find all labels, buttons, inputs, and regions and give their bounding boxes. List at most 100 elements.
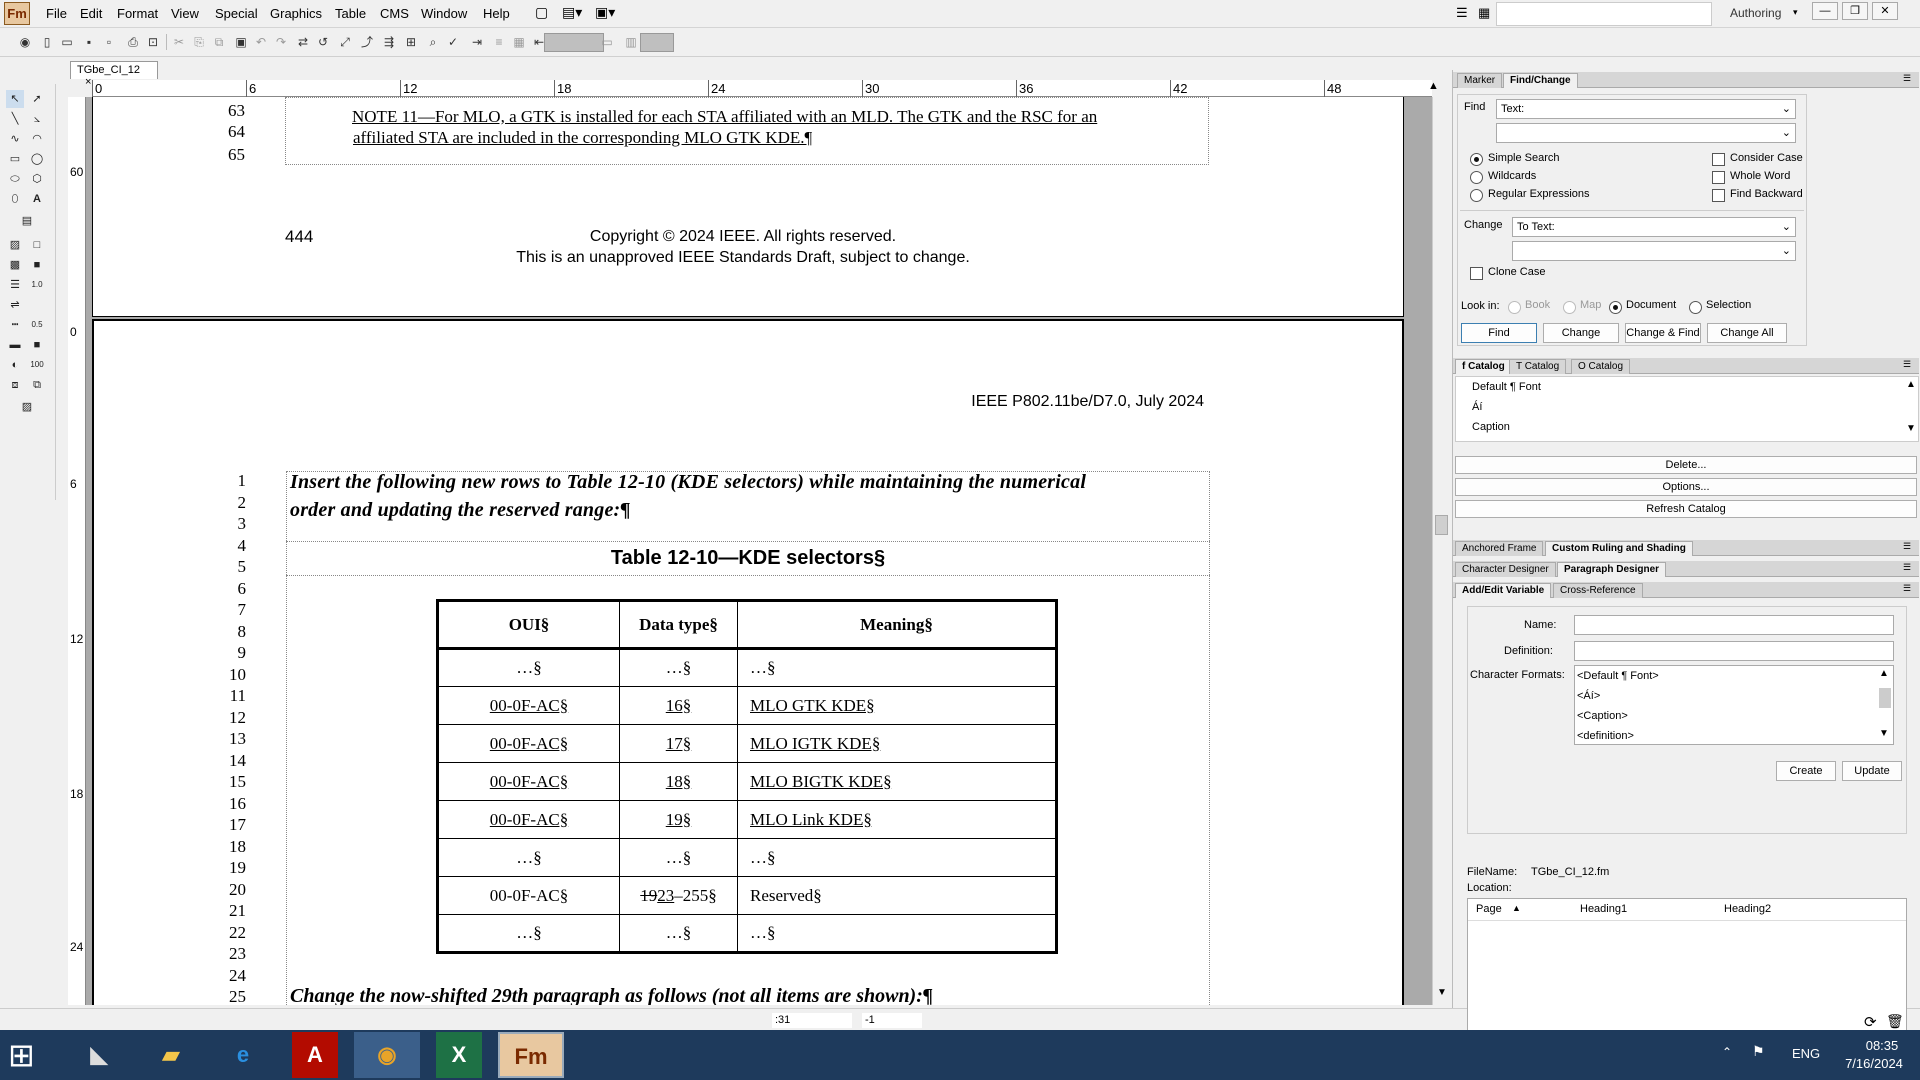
table-cell[interactable]: MLO GTK KDE§ xyxy=(737,686,1057,725)
format-dropdown[interactable] xyxy=(544,33,604,52)
new-icon[interactable]: ▯ xyxy=(38,33,56,51)
look-in-selection-radio[interactable] xyxy=(1689,301,1702,314)
menu-file[interactable]: File xyxy=(46,6,67,21)
pen-color-icon[interactable]: ■ xyxy=(28,256,46,274)
column-header-data-type[interactable]: Data type§ xyxy=(619,600,738,650)
change-button[interactable]: Change xyxy=(1543,323,1619,343)
charformat-item[interactable]: <Áí> xyxy=(1577,690,1600,702)
fill-pattern-icon[interactable]: ▨ xyxy=(6,236,24,254)
find-button[interactable]: Find xyxy=(1461,323,1537,343)
help-icon[interactable]: ◉ xyxy=(16,33,34,51)
line-width-value-icon[interactable]: 1.0 xyxy=(28,276,46,294)
table-cell[interactable]: MLO BIGTK KDE§ xyxy=(737,762,1057,801)
workspace-search-input[interactable] xyxy=(1496,2,1712,26)
variable-icon[interactable]: ⊞ xyxy=(402,33,420,51)
tab-f-catalog[interactable]: f Catalog xyxy=(1455,359,1512,374)
tab-anchored-frame[interactable]: Anchored Frame xyxy=(1455,541,1544,556)
chevron-down-icon[interactable]: ▾ xyxy=(1793,7,1798,18)
table-cell[interactable]: …§ xyxy=(437,914,620,953)
note-line[interactable]: NOTE 11—For MLO, a GTK is installed for … xyxy=(352,107,1097,127)
tab-character-designer[interactable]: Character Designer xyxy=(1455,562,1556,577)
rectangle-tool-icon[interactable]: ▭ xyxy=(6,150,24,168)
scroll-thumb[interactable] xyxy=(1435,515,1448,535)
clock-time[interactable]: 08:35 xyxy=(1852,1038,1912,1053)
scroll-thumb[interactable] xyxy=(1879,688,1891,708)
definition-input[interactable] xyxy=(1574,641,1894,661)
change-find-button[interactable]: Change & Find xyxy=(1625,323,1701,343)
smart-select-icon[interactable]: ↖ xyxy=(6,90,24,108)
vertical-scrollbar[interactable]: ▼ xyxy=(1432,97,1450,1005)
wildcards-radio[interactable] xyxy=(1470,171,1483,184)
table-cell[interactable]: …§ xyxy=(737,648,1057,687)
column-header-oui[interactable]: OUI§ xyxy=(437,600,620,650)
ellipse-tool-icon[interactable]: ⬯ xyxy=(6,190,24,208)
column-page[interactable]: Page xyxy=(1476,903,1502,915)
pen-pattern-icon[interactable]: ▩ xyxy=(6,256,24,274)
dash-value-icon[interactable]: 0.5 xyxy=(28,316,46,334)
menu-edit[interactable]: Edit xyxy=(80,6,102,21)
minimize-button[interactable]: — xyxy=(1812,2,1838,20)
xref-icon[interactable]: ⇶ xyxy=(380,33,398,51)
copy-icon[interactable]: ⎘ xyxy=(190,33,208,51)
document-canvas[interactable]: 63 64 65 NOTE 11—For MLO, a GTK is insta… xyxy=(86,97,1432,1005)
table-cell[interactable]: 00-0F-AC§ xyxy=(437,876,620,915)
oval-tool-icon[interactable]: ◯ xyxy=(28,150,46,168)
object-select-icon[interactable]: ➚ xyxy=(28,90,46,108)
align-tool-icon[interactable]: ⧈ xyxy=(6,376,24,394)
table-cell[interactable]: 00-0F-AC§ xyxy=(437,800,620,839)
options-button[interactable]: Options... xyxy=(1455,478,1917,496)
style-icon[interactable]: ▭ xyxy=(598,33,616,51)
charformats-list[interactable]: <Default ¶ Font> <Áí> <Caption> <definit… xyxy=(1574,665,1894,745)
close-button[interactable]: ✕ xyxy=(1872,2,1898,20)
tab-paragraph-designer[interactable]: Paragraph Designer xyxy=(1557,562,1667,577)
table-icon[interactable]: ▦ xyxy=(510,33,528,51)
undo-icon[interactable]: ↶ xyxy=(252,33,270,51)
close-icon[interactable]: × xyxy=(85,76,91,88)
find-backward-checkbox[interactable] xyxy=(1712,189,1725,202)
change-all-button[interactable]: Change All xyxy=(1707,323,1787,343)
hyperlink-icon[interactable]: ⤴ xyxy=(358,33,376,51)
list-icon[interactable]: ☰ xyxy=(1456,5,1468,21)
group-tool-icon[interactable]: ⧉ xyxy=(28,376,46,394)
menu-view[interactable]: View xyxy=(171,6,199,21)
fill-color-icon[interactable]: □ xyxy=(28,236,46,254)
flag-icon[interactable]: ⚑ xyxy=(1752,1043,1765,1060)
save-all-icon[interactable]: ▫ xyxy=(100,33,118,51)
column-heading1[interactable]: Heading1 xyxy=(1580,903,1627,915)
panel-menu-icon[interactable]: ☰ xyxy=(1903,583,1911,594)
text-tool-icon[interactable]: A xyxy=(28,190,46,208)
framemaker-icon[interactable]: Fm xyxy=(498,1032,564,1078)
table-cell[interactable]: …§ xyxy=(619,648,738,687)
look-in-document-radio[interactable] xyxy=(1609,301,1622,314)
polyline-tool-icon[interactable]: ⦣ xyxy=(28,110,46,128)
rounded-rect-tool-icon[interactable]: ⬭ xyxy=(6,170,24,188)
table-cell[interactable]: Reserved§ xyxy=(737,876,1057,915)
link-icon[interactable]: ⤢ xyxy=(336,33,354,51)
internet-explorer-icon[interactable]: e xyxy=(210,1032,276,1078)
menu-table[interactable]: Table xyxy=(335,6,366,21)
name-input[interactable] xyxy=(1574,615,1894,635)
size-dropdown[interactable] xyxy=(640,33,674,52)
table-cell-reserved-range[interactable]: 1923–255§ xyxy=(619,876,738,915)
table-cell[interactable]: MLO IGTK KDE§ xyxy=(737,724,1057,763)
consider-case-checkbox[interactable] xyxy=(1712,153,1725,166)
table-cell[interactable]: MLO Link KDE§ xyxy=(737,800,1057,839)
menu-cms[interactable]: CMS xyxy=(380,6,409,21)
charformat-item[interactable]: <Caption> xyxy=(1577,710,1628,722)
panel-menu-icon[interactable]: ☰ xyxy=(1903,73,1911,84)
table-cell[interactable]: 00-0F-AC§ xyxy=(437,686,620,725)
column-header-meaning[interactable]: Meaning§ xyxy=(737,600,1057,650)
menu-special[interactable]: Special xyxy=(215,6,258,21)
table-cell[interactable]: 00-0F-AC§ xyxy=(437,762,620,801)
whole-word-checkbox[interactable] xyxy=(1712,171,1725,184)
column-heading2[interactable]: Heading2 xyxy=(1724,903,1771,915)
find-icon[interactable]: ⌕ xyxy=(424,33,442,51)
tab-add-edit-variable[interactable]: Add/Edit Variable xyxy=(1455,583,1552,598)
simple-search-radio[interactable] xyxy=(1470,153,1483,166)
charformat-item[interactable]: <Default ¶ Font> xyxy=(1577,670,1659,682)
opacity-icon[interactable]: ◐ xyxy=(6,356,24,374)
line-width-icon[interactable]: ☰ xyxy=(6,276,24,294)
columns-icon[interactable]: ▥ xyxy=(622,33,640,51)
table-cell[interactable]: …§ xyxy=(437,838,620,877)
table-cell[interactable]: …§ xyxy=(437,648,620,687)
